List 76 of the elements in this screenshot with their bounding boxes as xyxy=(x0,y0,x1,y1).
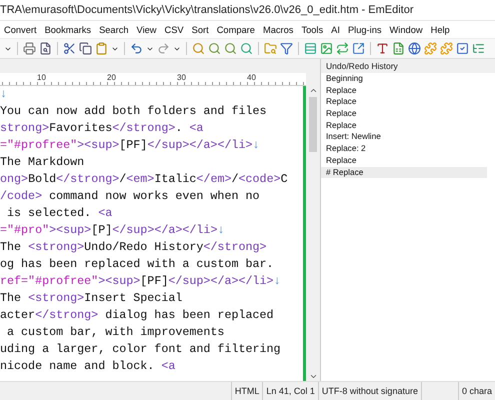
undo-icon[interactable] xyxy=(130,42,143,55)
history-item[interactable]: Insert: Newline xyxy=(321,131,487,144)
ruler-label: 10 xyxy=(37,73,47,84)
history-item[interactable]: # Replace xyxy=(321,166,487,178)
search-icon[interactable] xyxy=(192,42,205,55)
scroll-thumb[interactable] xyxy=(309,97,317,152)
history-item[interactable]: Replace xyxy=(321,84,487,96)
export-icon[interactable] xyxy=(352,42,365,55)
scroll-down-icon[interactable] xyxy=(308,372,318,381)
search-icon[interactable] xyxy=(208,42,221,55)
code-line: ↓ xyxy=(0,86,8,103)
code-line: You can now add both folders and files xyxy=(0,103,268,120)
search-icon[interactable] xyxy=(240,42,253,55)
menu-item[interactable]: CSV xyxy=(160,24,188,34)
ruler-label: 20 xyxy=(107,73,117,84)
menu-item[interactable]: Macros xyxy=(258,24,298,34)
history-item[interactable]: Replace xyxy=(321,120,487,132)
menu-item[interactable]: Compare xyxy=(212,24,259,34)
code-line: The <strong>Insert Special xyxy=(0,290,184,307)
code-line: uding a larger, color font and filtering xyxy=(0,341,282,358)
print-preview-icon[interactable] xyxy=(39,42,52,55)
history-item[interactable]: Beginning xyxy=(321,73,487,85)
copy-icon[interactable] xyxy=(79,42,92,55)
code-line: ="#pro"><sup>[P]</sup></a></li>↓ xyxy=(0,222,226,239)
menu-item[interactable]: Convert xyxy=(0,24,41,34)
printer-icon[interactable] xyxy=(23,42,36,55)
puzzle-icon[interactable] xyxy=(424,42,437,55)
status-field: 0 chara xyxy=(458,382,495,400)
font-icon[interactable] xyxy=(376,42,389,55)
menu-item[interactable]: Tools xyxy=(297,24,328,34)
menu-item[interactable]: AI xyxy=(327,24,344,34)
ruler-label: 40 xyxy=(247,73,257,84)
folder-search-icon[interactable] xyxy=(264,42,277,55)
ruler-label: 30 xyxy=(177,73,187,84)
status-field: Ln 41, Col 1 xyxy=(262,382,318,400)
code-line: a custom bar, with improvements xyxy=(6,324,226,341)
history-item[interactable]: Replace xyxy=(321,96,487,108)
code-line: is selected. <a xyxy=(6,205,114,222)
cut-icon[interactable] xyxy=(63,42,76,55)
history-item[interactable]: Replace xyxy=(321,154,487,166)
checklist-icon[interactable] xyxy=(456,42,469,55)
menu-item[interactable]: Window xyxy=(386,24,427,34)
scroll-up-icon[interactable] xyxy=(308,86,318,95)
status-field: HTML xyxy=(230,382,262,400)
menu-item[interactable]: Sort xyxy=(188,24,213,34)
list-icon[interactable] xyxy=(472,42,485,55)
rows-icon[interactable] xyxy=(304,42,317,55)
code-line: og has been replaced with a custom bar. xyxy=(0,256,275,273)
code-line: strong>Favorites</strong>. <a xyxy=(0,120,204,137)
history-item[interactable]: Replace xyxy=(321,108,487,120)
code-line: The Markdown xyxy=(0,154,86,171)
repeat-icon[interactable] xyxy=(336,42,349,55)
window-title: TRA\emurasoft\Documents\Vicky\Vicky\translations\v26.0\v26_0_edit.htm - EmEditor xyxy=(0,4,414,16)
status-field: UTF-8 without signature xyxy=(318,382,421,400)
spreadsheet-icon[interactable] xyxy=(392,42,405,55)
menu-item[interactable]: Bookmarks xyxy=(40,24,96,34)
history-item[interactable]: Replace: 2 xyxy=(321,143,487,155)
filter-icon[interactable] xyxy=(280,42,293,55)
code-line: acter</strong> dialog has been replaced xyxy=(0,307,275,324)
code-line: /code> command now works even when no xyxy=(0,188,261,205)
globe-icon[interactable] xyxy=(408,42,421,55)
text-editor[interactable] xyxy=(0,86,303,381)
code-line: ="#profree"><sup>[PF]</sup></a></li>↓ xyxy=(0,137,261,154)
code-line: nicode name and block. <a xyxy=(0,358,176,375)
menu-item[interactable]: Help xyxy=(426,24,454,34)
search-icon[interactable] xyxy=(224,42,237,55)
panel-title: Undo/Redo History xyxy=(321,59,495,73)
menu-item[interactable]: View xyxy=(132,24,161,34)
code-line: ong>Bold</strong>/<em>Italic</em>/<code>C xyxy=(0,171,289,188)
code-line: ref="#profree"><sup>[PF]</sup></a></li>↓ xyxy=(0,273,282,290)
code-line: The <strong>Undo/Redo History</strong> xyxy=(0,239,268,256)
menu-item[interactable]: Search xyxy=(95,24,133,34)
menu-item[interactable]: Plug-ins xyxy=(344,24,386,34)
image-icon[interactable] xyxy=(320,42,333,55)
puzzle-icon[interactable] xyxy=(440,42,453,55)
scrollbar[interactable] xyxy=(306,86,320,381)
